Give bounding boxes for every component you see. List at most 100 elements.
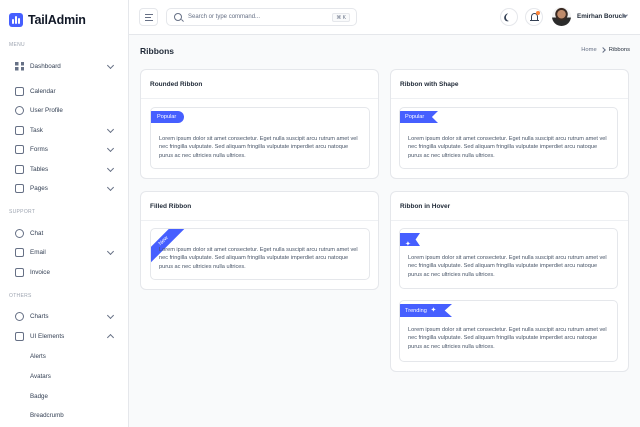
- email-icon: [15, 247, 24, 257]
- sidebar-subitem-breadcrumb[interactable]: Breadcrumb: [30, 412, 64, 419]
- ribbon-trending-label: Trending: [405, 308, 427, 314]
- ribbon-box[interactable]: ✦ Lorem ipsum dolor sit amet consectetur…: [399, 228, 618, 289]
- chevron-down-icon: [106, 61, 115, 70]
- card-rounded-ribbon: Rounded Ribbon Popular Lorem ipsum dolor…: [140, 69, 379, 179]
- sidebar-item-label: Dashboard: [30, 62, 61, 70]
- sidebar: TailAdmin MENU Dashboard Calendar User P…: [0, 0, 129, 427]
- sidebar-item-chat[interactable]: Chat: [9, 225, 119, 241]
- sidebar-item-label: Tables: [30, 165, 49, 173]
- moon-icon: [505, 12, 514, 22]
- sidebar-item-email[interactable]: Email: [9, 244, 119, 260]
- ribbon-box-text: Lorem ipsum dolor sit amet consectetur. …: [408, 136, 607, 159]
- ribbon-box[interactable]: Trending ✦ Lorem ipsum dolor sit amet co…: [399, 300, 618, 362]
- app-name: TailAdmin: [28, 13, 86, 27]
- dark-mode-toggle-button[interactable]: [500, 8, 518, 26]
- menu-icon-line: [145, 17, 151, 18]
- sidebar-item-label: Calendar: [30, 87, 56, 95]
- sidebar-item-label: Email: [30, 248, 46, 256]
- pie-chart-icon: [15, 311, 24, 321]
- card-filled-ribbon: Filled Ribbon New Lorem ipsum dolor sit …: [140, 191, 379, 290]
- sidebar-item-forms[interactable]: Forms: [9, 141, 119, 157]
- menu-icon: [145, 14, 153, 15]
- card-ribbon-with-shape: Ribbon with Shape Popular Lorem ipsum do…: [390, 69, 629, 179]
- card-divider: [141, 98, 378, 99]
- logo[interactable]: TailAdmin: [9, 13, 86, 27]
- ribbon-icon-only: ✦: [400, 233, 420, 246]
- section-label-menu: MENU: [9, 42, 25, 48]
- sidebar-item-pages[interactable]: Pages: [9, 180, 119, 196]
- ribbon-trending: Trending ✦: [400, 304, 452, 317]
- sidebar-item-label: UI Elements: [30, 332, 65, 340]
- ribbon-popular: Popular: [151, 111, 185, 123]
- notification-dot: [536, 11, 540, 15]
- user-icon: [15, 105, 24, 115]
- user-name[interactable]: Emirhan Boruch: [577, 13, 626, 20]
- chevron-down-icon: [106, 183, 115, 192]
- sidebar-item-invoice[interactable]: Invoice: [9, 264, 119, 280]
- sidebar-item-label: Pages: [30, 184, 48, 192]
- sidebar-subitem-alerts[interactable]: Alerts: [30, 353, 46, 360]
- calendar-icon: [15, 86, 24, 96]
- ribbon-box: Popular Lorem ipsum dolor sit amet conse…: [150, 107, 370, 169]
- top-header: Search or type command... ⌘ K Emirhan Bo…: [129, 0, 640, 35]
- card-title: Filled Ribbon: [150, 203, 192, 210]
- sidebar-subitem-badge[interactable]: Badge: [30, 393, 48, 400]
- sidebar-item-charts[interactable]: Charts: [9, 308, 119, 324]
- notifications-button[interactable]: [525, 8, 543, 26]
- ribbon-box-text: Lorem ipsum dolor sit amet consectetur. …: [159, 136, 358, 159]
- breadcrumb-current: Ribbons: [608, 47, 630, 53]
- sidebar-item-ui-elements[interactable]: UI Elements: [9, 328, 119, 344]
- chevron-down-icon: [106, 125, 115, 134]
- sidebar-item-label: Task: [30, 126, 43, 134]
- sidebar-item-user-profile[interactable]: User Profile: [9, 102, 119, 118]
- sparkle-icon: ✦: [430, 307, 437, 314]
- card-title: Rounded Ribbon: [150, 81, 203, 88]
- breadcrumb: Home Ribbons: [581, 47, 630, 53]
- sidebar-item-label: User Profile: [30, 106, 63, 114]
- card-title: Ribbon with Shape: [400, 81, 459, 88]
- sparkle-icon: ✦: [405, 241, 411, 248]
- ribbon-box: New Lorem ipsum dolor sit amet consectet…: [150, 228, 370, 280]
- sidebar-item-dashboard[interactable]: Dashboard: [9, 58, 119, 74]
- ribbon-box-text: Lorem ipsum dolor sit amet consectetur. …: [159, 247, 358, 270]
- chevron-down-icon: [106, 311, 115, 320]
- sidebar-item-label: Charts: [30, 312, 49, 320]
- forms-icon: [15, 144, 24, 154]
- sidebar-item-task[interactable]: Task: [9, 122, 119, 138]
- chevron-down-icon: [106, 144, 115, 153]
- chat-icon: [15, 228, 24, 238]
- sidebar-item-label: Forms: [30, 145, 48, 153]
- sidebar-item-label: Invoice: [30, 268, 50, 276]
- chevron-right-icon: [599, 47, 606, 53]
- chevron-down-icon: [106, 247, 115, 256]
- ribbon-popular: Popular: [400, 111, 438, 123]
- card-divider: [391, 98, 628, 99]
- tables-icon: [15, 164, 24, 174]
- card-divider: [141, 220, 378, 221]
- grid-icon: [15, 61, 24, 71]
- card-divider: [391, 220, 628, 221]
- chevron-up-icon: [106, 333, 115, 342]
- search-icon: [174, 13, 182, 21]
- task-icon: [15, 125, 24, 135]
- avatar[interactable]: [552, 7, 571, 26]
- chevron-down-icon: [106, 164, 115, 173]
- ribbon-box-text: Lorem ipsum dolor sit amet consectetur. …: [408, 255, 607, 278]
- section-label-support: SUPPORT: [9, 209, 36, 215]
- search-placeholder: Search or type command...: [188, 14, 261, 20]
- section-label-others: OTHERS: [9, 293, 32, 299]
- sidebar-item-label: Chat: [30, 229, 44, 237]
- sidebar-item-calendar[interactable]: Calendar: [9, 83, 119, 99]
- pages-icon: [15, 183, 24, 193]
- sidebar-subitem-avatars[interactable]: Avatars: [30, 373, 51, 380]
- logo-icon: [9, 13, 23, 27]
- search-shortcut-badge: ⌘ K: [332, 13, 350, 22]
- menu-icon-line: [145, 20, 153, 21]
- search-input[interactable]: Search or type command... ⌘ K: [166, 8, 357, 26]
- sidebar-item-tables[interactable]: Tables: [9, 161, 119, 177]
- card-ribbon-in-hover: Ribbon in Hover ✦ Lorem ipsum dolor sit …: [390, 191, 629, 372]
- card-title: Ribbon in Hover: [400, 203, 451, 210]
- sidebar-toggle-button[interactable]: [139, 8, 158, 26]
- box-icon: [15, 331, 24, 341]
- breadcrumb-home[interactable]: Home: [581, 47, 596, 53]
